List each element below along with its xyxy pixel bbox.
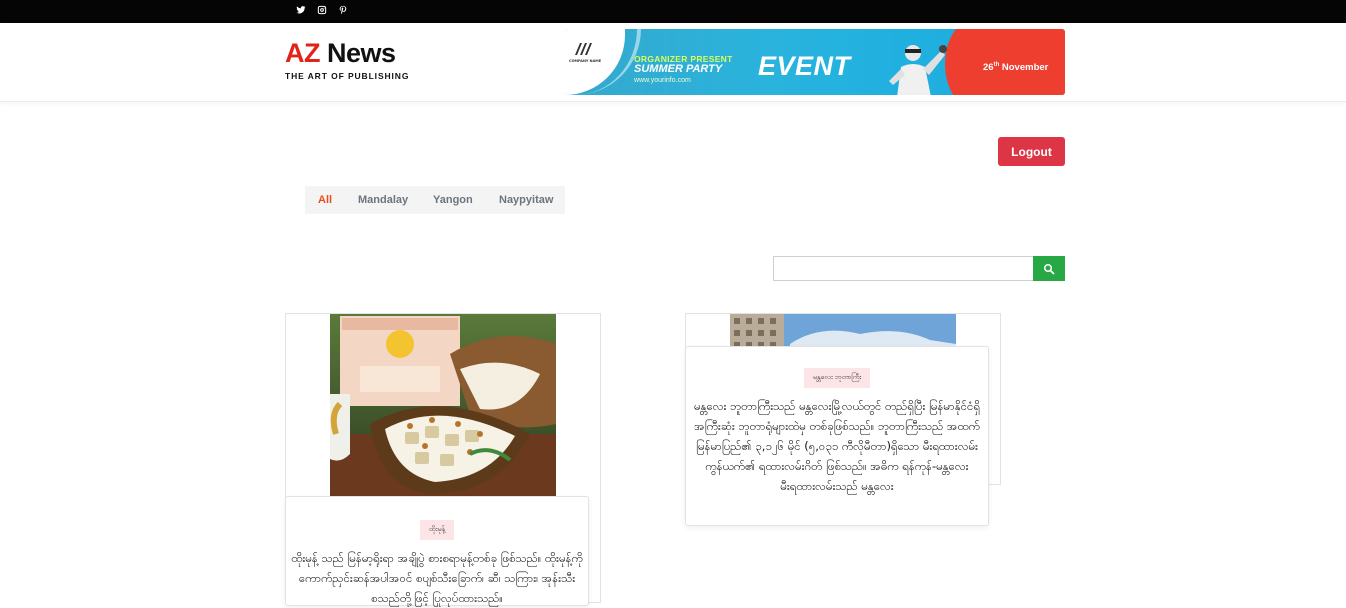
banner-url: www.yourinfo.com (634, 77, 691, 84)
region-filter-tabs: All Mandalay Yangon Naypyitaw (305, 186, 565, 214)
company-logo-icon (575, 43, 592, 55)
logo-news: News (320, 38, 396, 68)
post-tag-2[interactable]: မန္တလေး ဘုတာကြီး (803, 368, 871, 388)
banner-title: SUMMER PARTY (634, 63, 723, 75)
top-social-bar (0, 0, 1346, 23)
logo-tagline: THE ART OF PUBLISHING (285, 71, 410, 81)
dj-person-image (889, 45, 947, 95)
post-excerpt-1[interactable]: ထိုးမုန့် သည် မြန်မာ့ရိုးရာ အချိုပွဲ စား… (286, 548, 588, 608)
logo-title: AZ News (285, 40, 409, 67)
filter-tab-mandalay[interactable]: Mandalay (358, 194, 408, 206)
logout-button[interactable]: Logout (998, 137, 1065, 166)
filter-tab-naypyitaw[interactable]: Naypyitaw (499, 194, 553, 206)
banner-event: EVENT (758, 51, 851, 81)
search-button[interactable] (1033, 256, 1065, 281)
search-icon (1044, 263, 1055, 274)
logo-az: AZ (285, 38, 321, 68)
instagram-icon[interactable] (315, 3, 329, 17)
banner-date: 26th November (983, 62, 1048, 73)
filter-tab-yangon[interactable]: Yangon (433, 194, 473, 206)
post-card-body-2: မန္တလေး ဘုတာကြီး မန္တလေး ဘူတာကြီးသည် မန္… (685, 346, 989, 526)
pinterest-icon[interactable] (336, 3, 350, 17)
post-image-1[interactable] (330, 314, 556, 498)
banner-company: COMPANY NAME (569, 59, 602, 63)
banner-date-day: 26 (983, 62, 994, 74)
filter-tab-all[interactable]: All (318, 194, 332, 206)
post-tag-1[interactable]: ထိုးမုန့် (419, 520, 455, 540)
twitter-icon[interactable] (294, 3, 308, 17)
event-ad-banner[interactable]: COMPANY NAME ORGANIZER PRESENT SUMMER PA… (565, 29, 1065, 95)
banner-date-month: November (999, 62, 1049, 74)
post-excerpt-2[interactable]: မန္တလေး ဘူတာကြီးသည် မန္တလေးမြို့လယ်တွင် … (686, 396, 988, 496)
site-logo[interactable]: AZ News THE ART OF PUBLISHING (285, 40, 410, 82)
post-card-body-1: ထိုးမုန့် ထိုးမုန့် သည် မြန်မာ့ရိုးရာ အခ… (285, 496, 589, 606)
search-input[interactable] (773, 256, 1033, 281)
